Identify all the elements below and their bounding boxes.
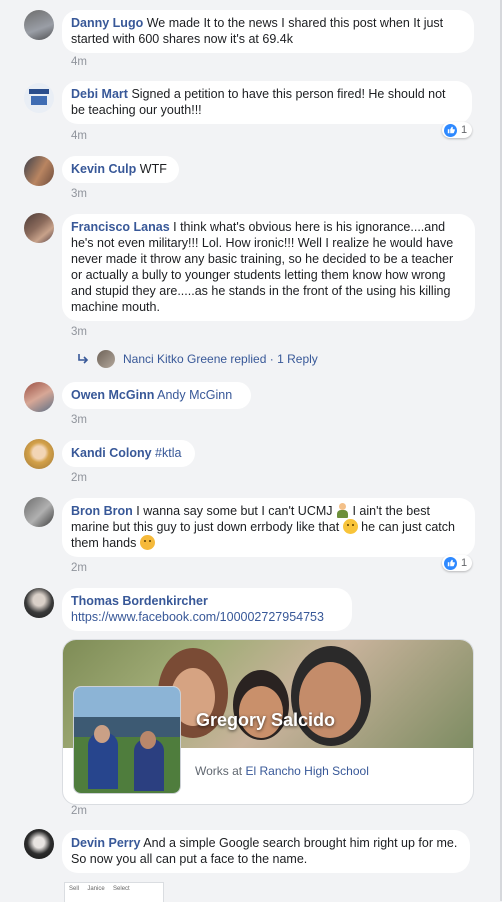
- comment-author[interactable]: Thomas Bordenkircher: [71, 593, 342, 609]
- comment-author[interactable]: Francisco Lanas: [71, 220, 170, 234]
- comment-timestamp[interactable]: 2m: [71, 562, 87, 574]
- avatar[interactable]: [24, 829, 54, 859]
- attached-image-text: Sell Janice Select: [69, 886, 130, 892]
- card-subtitle: Works at El Rancho High School: [195, 764, 369, 778]
- comment-bubble: Devin Perry And a simple Google search b…: [62, 830, 470, 873]
- card-subtitle-place[interactable]: El Rancho High School: [245, 764, 368, 778]
- comment-text: Signed a petition to have this person fi…: [71, 87, 446, 117]
- comment-author[interactable]: Bron Bron: [71, 504, 133, 518]
- comment-bubble: Thomas Bordenkircher https://www.faceboo…: [62, 588, 352, 631]
- card-subtitle-prefix: Works at: [195, 764, 246, 778]
- comment-bubble: Danny Lugo We made It to the news I shar…: [62, 10, 474, 53]
- reaction-number: 1: [461, 124, 468, 136]
- hashtag-link[interactable]: #ktla: [155, 446, 181, 460]
- comment-timestamp[interactable]: 3m: [71, 414, 87, 426]
- avatar[interactable]: [24, 588, 54, 618]
- comment-timestamp[interactable]: 3m: [71, 188, 87, 200]
- avatar[interactable]: [24, 83, 54, 113]
- avatar[interactable]: [24, 156, 54, 186]
- avatar[interactable]: [24, 439, 54, 469]
- comment-text: WTF: [139, 162, 167, 176]
- reaction-count[interactable]: 1: [442, 122, 473, 138]
- comment-author[interactable]: Devin Perry: [71, 836, 140, 850]
- comment-timestamp[interactable]: 2m: [71, 472, 87, 484]
- comment-text-part: I wanna say some but I can't UCMJ: [136, 504, 336, 518]
- comment-bubble: Francisco Lanas I think what's obvious h…: [62, 214, 475, 321]
- link-preview-card[interactable]: Gregory Salcido Works at El Rancho High …: [62, 639, 474, 805]
- dizzy-emoji-icon: [139, 535, 155, 550]
- comment-text: I think what's obvious here is his ignor…: [71, 220, 454, 314]
- like-thumb-icon: [444, 556, 457, 570]
- reply-count: 1 Reply: [277, 352, 318, 366]
- comment-timestamp[interactable]: 4m: [71, 130, 87, 142]
- avatar[interactable]: [24, 213, 54, 243]
- reply-separator: ·: [266, 352, 278, 366]
- avatar[interactable]: [24, 382, 54, 412]
- comment-bubble: Owen McGinn Andy McGinn: [62, 382, 251, 409]
- comment-author[interactable]: Owen McGinn: [71, 388, 154, 402]
- avatar[interactable]: [24, 10, 54, 40]
- comment-bubble: Kandi Colony #ktla: [62, 440, 195, 467]
- comment-timestamp[interactable]: 4m: [71, 56, 87, 68]
- comment-author[interactable]: Kevin Culp: [71, 162, 136, 176]
- view-replies-link[interactable]: Nanci Kitko Greene replied · 1 Reply: [78, 350, 318, 368]
- card-title[interactable]: Gregory Salcido: [196, 710, 335, 731]
- profile-thumbnail[interactable]: [73, 686, 181, 794]
- attached-image[interactable]: Sell Janice Select: [64, 882, 164, 902]
- comment-timestamp[interactable]: 3m: [71, 326, 87, 338]
- reply-arrow-icon: [78, 354, 89, 364]
- reaction-count[interactable]: 1: [442, 555, 473, 571]
- smile-emoji-icon: [342, 519, 358, 534]
- comment-link[interactable]: https://www.facebook.com/100002727954753: [71, 609, 342, 625]
- comment-bubble: Debi Mart Signed a petition to have this…: [62, 81, 472, 124]
- comment-timestamp[interactable]: 2m: [71, 805, 87, 817]
- comment-author[interactable]: Kandi Colony: [71, 446, 152, 460]
- comment-author[interactable]: Debi Mart: [71, 87, 128, 101]
- avatar[interactable]: [24, 497, 54, 527]
- comment-bubble: Kevin Culp WTF: [62, 156, 179, 183]
- soldier-emoji-icon: [336, 503, 349, 518]
- comment-author[interactable]: Danny Lugo: [71, 16, 143, 30]
- like-thumb-icon: [444, 123, 457, 137]
- comment-bubble: Bron Bron I wanna say some but I can't U…: [62, 498, 475, 557]
- tagged-user-link[interactable]: Andy McGinn: [157, 388, 232, 402]
- reaction-number: 1: [461, 557, 468, 569]
- avatar: [97, 350, 115, 368]
- reply-author: Nanci Kitko Greene replied: [123, 352, 267, 366]
